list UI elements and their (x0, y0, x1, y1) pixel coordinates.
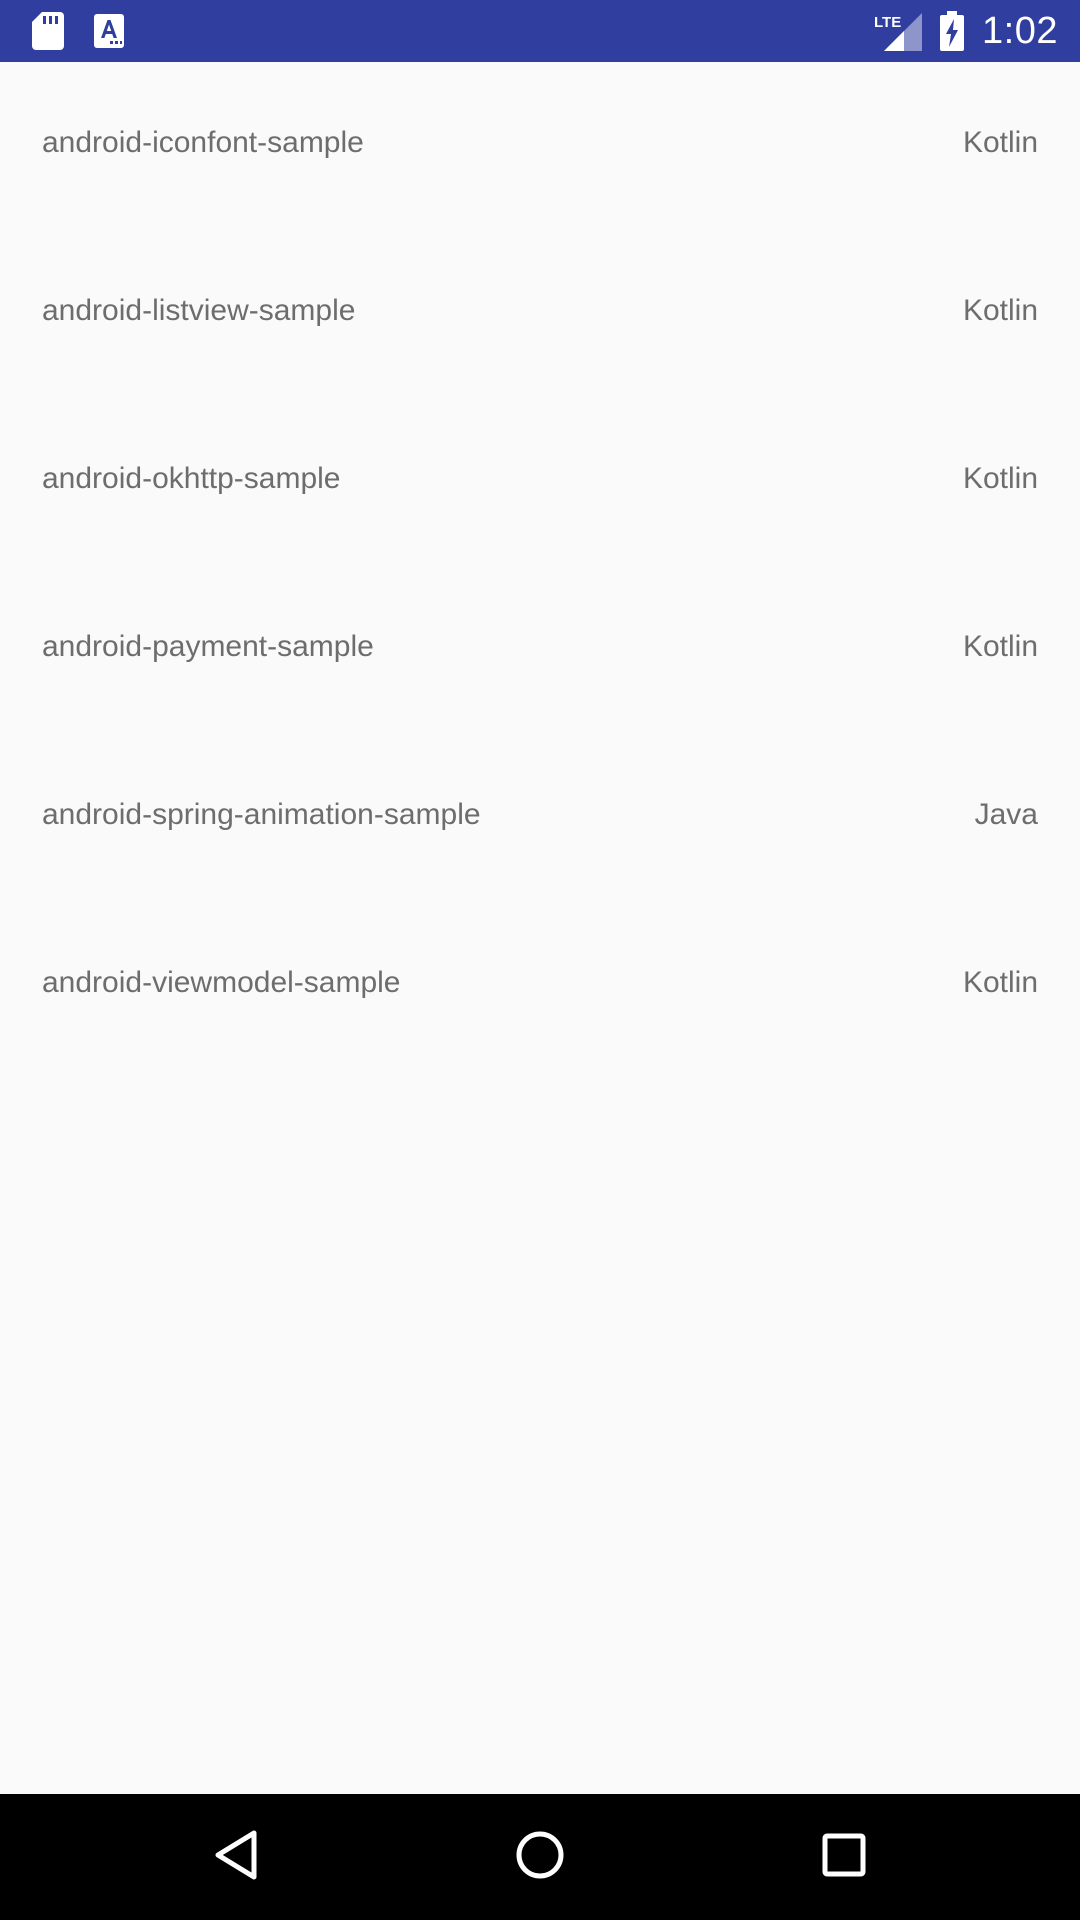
repo-language: Kotlin (962, 966, 1038, 999)
repo-language: Kotlin (962, 294, 1038, 327)
clock: 1:02 (982, 9, 1058, 52)
list-item[interactable]: android-viewmodel-sample Kotlin (0, 902, 1080, 1070)
repo-name: android-listview-sample (42, 294, 356, 327)
battery-charging-icon (940, 11, 965, 51)
repo-name: android-iconfont-sample (42, 126, 364, 159)
list-item[interactable]: android-iconfont-sample Kotlin (0, 62, 1080, 230)
repo-list: android-iconfont-sample Kotlin android-l… (0, 62, 1080, 1070)
list-item[interactable]: android-listview-sample Kotlin (0, 230, 1080, 398)
list-item[interactable]: android-spring-animation-sample Java (0, 734, 1080, 902)
list-item[interactable]: android-payment-sample Kotlin (0, 566, 1080, 734)
back-icon (214, 1830, 258, 1885)
repo-name: android-okhttp-sample (42, 462, 341, 495)
svg-text:LTE: LTE (874, 14, 901, 31)
notification-icons (32, 12, 124, 50)
repo-language: Java (974, 798, 1038, 831)
repo-language: Kotlin (962, 126, 1038, 159)
home-icon (515, 1830, 565, 1885)
sd-card-icon (32, 12, 64, 50)
system-indicators: LTE 1:02 (874, 0, 1058, 62)
status-bar: LTE 1:02 (0, 0, 1080, 62)
text-recognition-icon (94, 14, 124, 48)
repo-name: android-viewmodel-sample (42, 966, 401, 999)
list-item[interactable]: android-okhttp-sample Kotlin (0, 398, 1080, 566)
home-button[interactable] (510, 1827, 570, 1887)
recents-button[interactable] (814, 1827, 874, 1887)
repo-name: android-spring-animation-sample (42, 798, 481, 831)
repo-name: android-payment-sample (42, 630, 374, 663)
app-screen: LTE 1:02 android-iconfont-sample Kotlin … (0, 0, 1080, 1920)
back-button[interactable] (206, 1827, 266, 1887)
navigation-bar (0, 1794, 1080, 1920)
repo-language: Kotlin (962, 462, 1038, 495)
repo-language: Kotlin (962, 630, 1038, 663)
lte-signal-icon: LTE (874, 11, 923, 51)
recents-icon (822, 1833, 866, 1882)
